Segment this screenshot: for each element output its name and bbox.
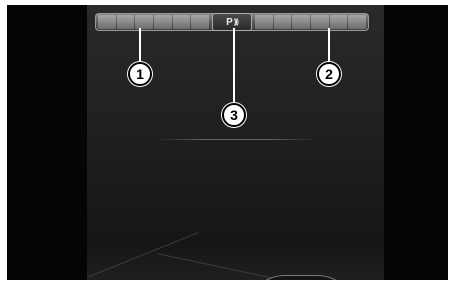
callout-1: 1 bbox=[128, 62, 152, 86]
horizon-line bbox=[157, 139, 317, 140]
sensor-segment bbox=[191, 15, 210, 29]
left-side-panel bbox=[7, 5, 87, 280]
sensor-segment bbox=[116, 15, 135, 29]
sensor-segment bbox=[135, 15, 154, 29]
parking-sensor-waves-icon: ))) bbox=[233, 18, 239, 26]
center-panel bbox=[87, 5, 384, 280]
callout-2: 2 bbox=[317, 62, 341, 86]
callout-1-leader bbox=[139, 28, 141, 63]
sensor-segment bbox=[98, 15, 116, 29]
sensor-segment bbox=[329, 15, 348, 29]
sensor-segment bbox=[154, 15, 172, 29]
right-sensor-segments bbox=[255, 15, 367, 29]
display-screen: P ))) bbox=[7, 5, 448, 280]
figure-frame: P ))) 1 2 3 P54.33-3071-31 bbox=[0, 0, 455, 305]
right-side-panel bbox=[384, 5, 448, 280]
sensor-segment bbox=[255, 15, 273, 29]
parking-indicator: P ))) bbox=[212, 13, 252, 31]
callout-2-leader bbox=[328, 28, 330, 63]
sensor-segment bbox=[292, 15, 311, 29]
sensor-segment bbox=[172, 15, 191, 29]
left-sensor-segments bbox=[98, 15, 210, 29]
sensor-segment bbox=[348, 15, 367, 29]
parking-indicator-label: P bbox=[226, 16, 233, 28]
figure-reference-code: P54.33-3071-31 bbox=[366, 284, 445, 296]
floor-area bbox=[87, 243, 384, 280]
callout-3: 3 bbox=[222, 103, 246, 127]
sensor-segment bbox=[273, 15, 292, 29]
sensor-segment bbox=[311, 15, 329, 29]
callout-3-leader bbox=[233, 28, 235, 104]
